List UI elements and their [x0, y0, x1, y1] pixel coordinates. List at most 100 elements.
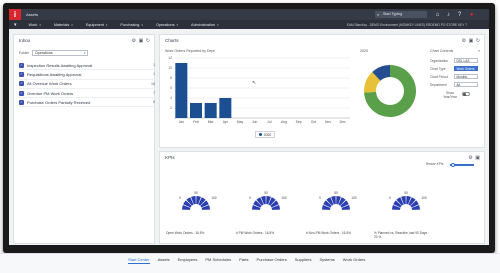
show-year-label: Show Year/Year: [443, 91, 457, 99]
charts-toolbar: ⚙ ▣ ↻: [462, 38, 480, 44]
charts-title: Charts: [165, 38, 179, 43]
inbox-list: ✓ Inspection Results Awaiting Approval 1…: [19, 61, 155, 108]
tabs: Start Center Assets Employees PM Schedul…: [128, 257, 365, 264]
nav-item-administration[interactable]: Administration ▾: [191, 23, 219, 27]
y-tick-label: 2: [170, 106, 172, 110]
x-tick-label: Jun: [252, 120, 258, 124]
folder-label: Folder: [19, 51, 30, 55]
gauge-tick-label: 0: [179, 196, 181, 200]
ctrl-label-organization: Organization: [430, 59, 449, 63]
kpis-toolbar: ⚙ ▣: [468, 155, 480, 161]
bar: [219, 98, 232, 118]
gear-icon[interactable]: ⚙: [132, 38, 136, 44]
x-tick-label: Dec: [340, 120, 346, 124]
y-tick-label: 6: [170, 86, 172, 90]
y-tick-label: 10: [168, 66, 172, 70]
refresh-icon[interactable]: ↻: [476, 38, 480, 44]
resize-kpis-handle[interactable]: [451, 162, 455, 167]
inbox-item-label: Inspection Results Awaiting Approval: [27, 62, 93, 68]
save-icon[interactable]: ▣: [469, 38, 474, 44]
collapse-icon[interactable]: »: [478, 48, 480, 53]
bar: [204, 103, 217, 118]
user-icon[interactable]: ●: [468, 11, 475, 19]
chevron-down-icon: ▾: [83, 50, 86, 55]
chart-type-select[interactable]: Work Orders: [454, 66, 478, 71]
chart-controls-title: Chart Controls: [430, 49, 454, 53]
tab-assets[interactable]: Assets: [158, 257, 170, 264]
tab-work-orders[interactable]: Work Orders: [343, 257, 366, 264]
inbox-item-icon: ✓: [19, 81, 24, 87]
app-name: Assets: [26, 12, 39, 17]
save-icon[interactable]: ▣: [475, 155, 480, 161]
mouse-cursor: ↖: [252, 80, 257, 86]
gear-icon[interactable]: ⚙: [468, 155, 472, 161]
nav-item-operations[interactable]: Operations ▾: [156, 23, 178, 27]
inbox-item-count: 16: [151, 81, 155, 86]
y-tick-label: 4: [170, 96, 172, 100]
tab-purchase-orders[interactable]: Purchase Orders: [257, 257, 287, 264]
inbox-panel: Inbox ⚙ ▣ ↻ Folder Operations ▾ ✓ Inspec…: [13, 34, 155, 244]
gauge-tick-label: 0: [249, 196, 251, 200]
inbox-item-count: 6: [153, 100, 155, 105]
x-tick-label: Jul: [267, 120, 272, 124]
home-icon[interactable]: ⌂: [434, 11, 441, 19]
nav-item-purchasing[interactable]: Purchasing ▾: [120, 23, 143, 27]
tab-systems[interactable]: Systems: [319, 257, 334, 264]
gauge-tick-label: 0: [389, 196, 391, 200]
nav-item-materials[interactable]: Materials ▾: [54, 23, 73, 27]
x-tick-label: Oct: [311, 120, 316, 124]
top-bar: i Assets ⌕ Start Typing ⌂ ♪ ? ●: [9, 9, 489, 20]
bar: [175, 63, 188, 118]
refresh-icon[interactable]: ↻: [146, 38, 150, 44]
list-item[interactable]: ✓ Requisitions Awaiting Approval 1: [19, 70, 155, 80]
gear-icon[interactable]: ⚙: [462, 38, 466, 44]
department-select[interactable]: All: [454, 82, 478, 87]
inbox-toolbar: ⚙ ▣ ↻: [132, 38, 150, 44]
bar-chart: 2 4 6 8 10 12 Jan Feb Mar Apr May Jun Jul Aug Sep Oct No…: [168, 56, 350, 124]
list-item[interactable]: ✓ All Overdue Work Orders 16: [19, 80, 155, 89]
save-icon[interactable]: ▣: [139, 38, 144, 44]
nav-item-equipment[interactable]: Equipment ▾: [86, 23, 108, 27]
inbox-item-count: 7: [153, 91, 155, 96]
nav-item-work[interactable]: Work ▾: [29, 23, 41, 27]
chart-period-value: Months: [456, 75, 467, 79]
tab-employees[interactable]: Employees: [178, 257, 198, 264]
gauge-tick-label: 50: [334, 191, 338, 195]
folder-select[interactable]: Operations ▾: [32, 49, 88, 56]
help-icon[interactable]: ?: [456, 11, 463, 19]
chart-period-select[interactable]: Months: [454, 74, 478, 79]
kpis-title: KPIs: [165, 155, 175, 160]
bar: [189, 103, 203, 118]
kpi-gauges: 0 50 100 0 50 100 0 50 100 0 50 100: [179, 191, 427, 210]
tab-parts[interactable]: Parts: [239, 257, 248, 264]
organization-value: DSL LAS: [456, 59, 470, 63]
inbox-item-icon: ✓: [19, 62, 24, 68]
page-root: i Assets ⌕ Start Typing ⌂ ♪ ? ● ▾ Work ▾ …: [0, 0, 500, 273]
global-search-input[interactable]: ⌕ Start Typing: [375, 11, 427, 18]
organization-select[interactable]: DSL LAS: [454, 58, 478, 63]
tab-start-center[interactable]: Start Center: [128, 257, 150, 264]
bell-icon[interactable]: ♪: [445, 11, 452, 19]
x-tick-label: Aug: [281, 120, 287, 124]
kpi-label: % Planned vs. Reactive, last 90 Days : 2…: [374, 231, 429, 239]
inbox-item-icon: ✓: [19, 71, 24, 77]
app-logo: i: [9, 9, 21, 20]
list-item[interactable]: ✓ Inspection Results Awaiting Approval 1: [19, 61, 155, 71]
folder-value: Operations: [35, 50, 53, 55]
tab-pm-schedules[interactable]: PM Schedules: [205, 257, 231, 264]
gauge-tick-label: 0: [319, 196, 321, 200]
x-tick-label: Feb: [193, 120, 199, 124]
resize-kpis-label: Resize KPIs: [426, 162, 444, 166]
list-item[interactable]: ✓ Purchase Orders Partially Received 6: [19, 98, 155, 108]
show-year-toggle[interactable]: [462, 92, 470, 96]
toggle-knob: [463, 93, 466, 96]
inbox-item-label: All Overdue Work Orders: [27, 81, 72, 87]
inbox-item-count: 1: [153, 63, 155, 68]
tab-suppliers[interactable]: Suppliers: [295, 257, 312, 264]
menu-icon[interactable]: ▾: [14, 22, 17, 28]
bar-chart-legend[interactable]: 2020: [255, 131, 275, 138]
x-tick-label: Apr: [223, 120, 229, 124]
inbox-item-label: Overdue PM Work Orders: [27, 90, 74, 96]
y-tick-label: 12: [168, 56, 172, 60]
list-item[interactable]: ✓ Overdue PM Work Orders 7: [19, 89, 155, 99]
